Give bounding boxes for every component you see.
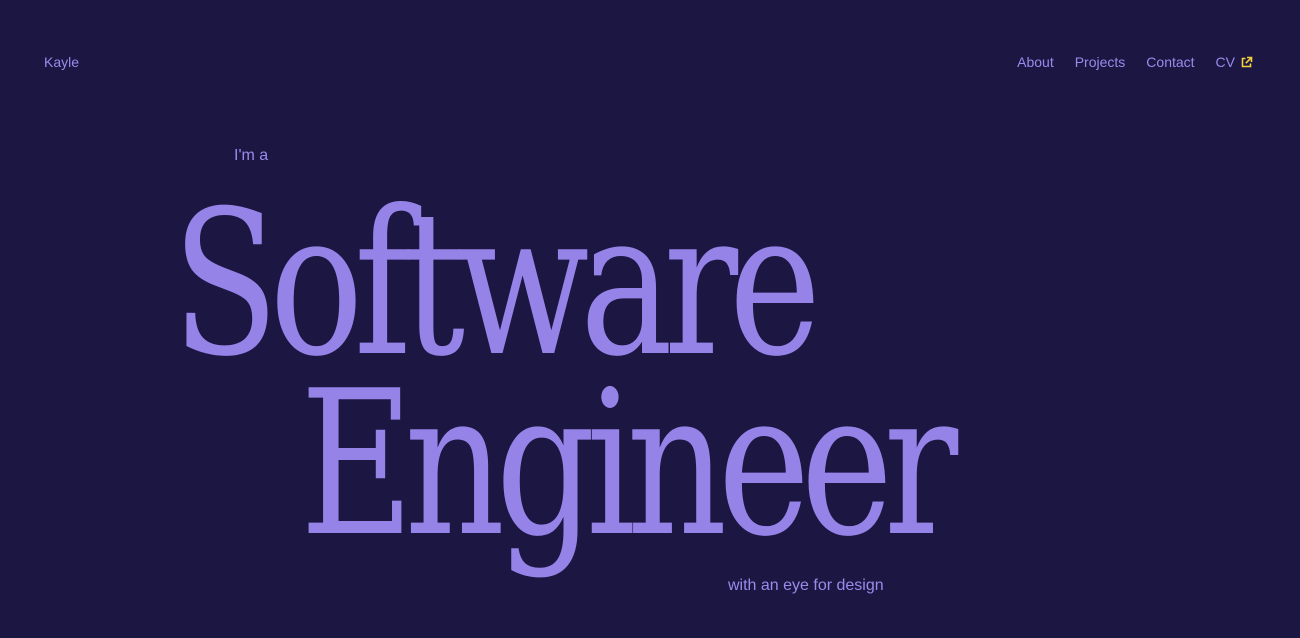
hero-title-line-2: Engineer: [300, 348, 958, 581]
main-nav: About Projects Contact CV: [1017, 53, 1253, 71]
nav-projects-link[interactable]: Projects: [1075, 53, 1126, 71]
nav-cv-label: CV: [1215, 54, 1235, 70]
brand-logo-link[interactable]: Kayle: [44, 53, 79, 71]
nav-contact-link[interactable]: Contact: [1146, 53, 1194, 71]
nav-cv-link[interactable]: CV: [1216, 53, 1253, 71]
external-link-icon: [1240, 56, 1253, 69]
hero-tagline: with an eye for design: [728, 577, 884, 594]
nav-about-link[interactable]: About: [1017, 53, 1054, 71]
hero-intro-text: I'm a: [234, 147, 269, 164]
